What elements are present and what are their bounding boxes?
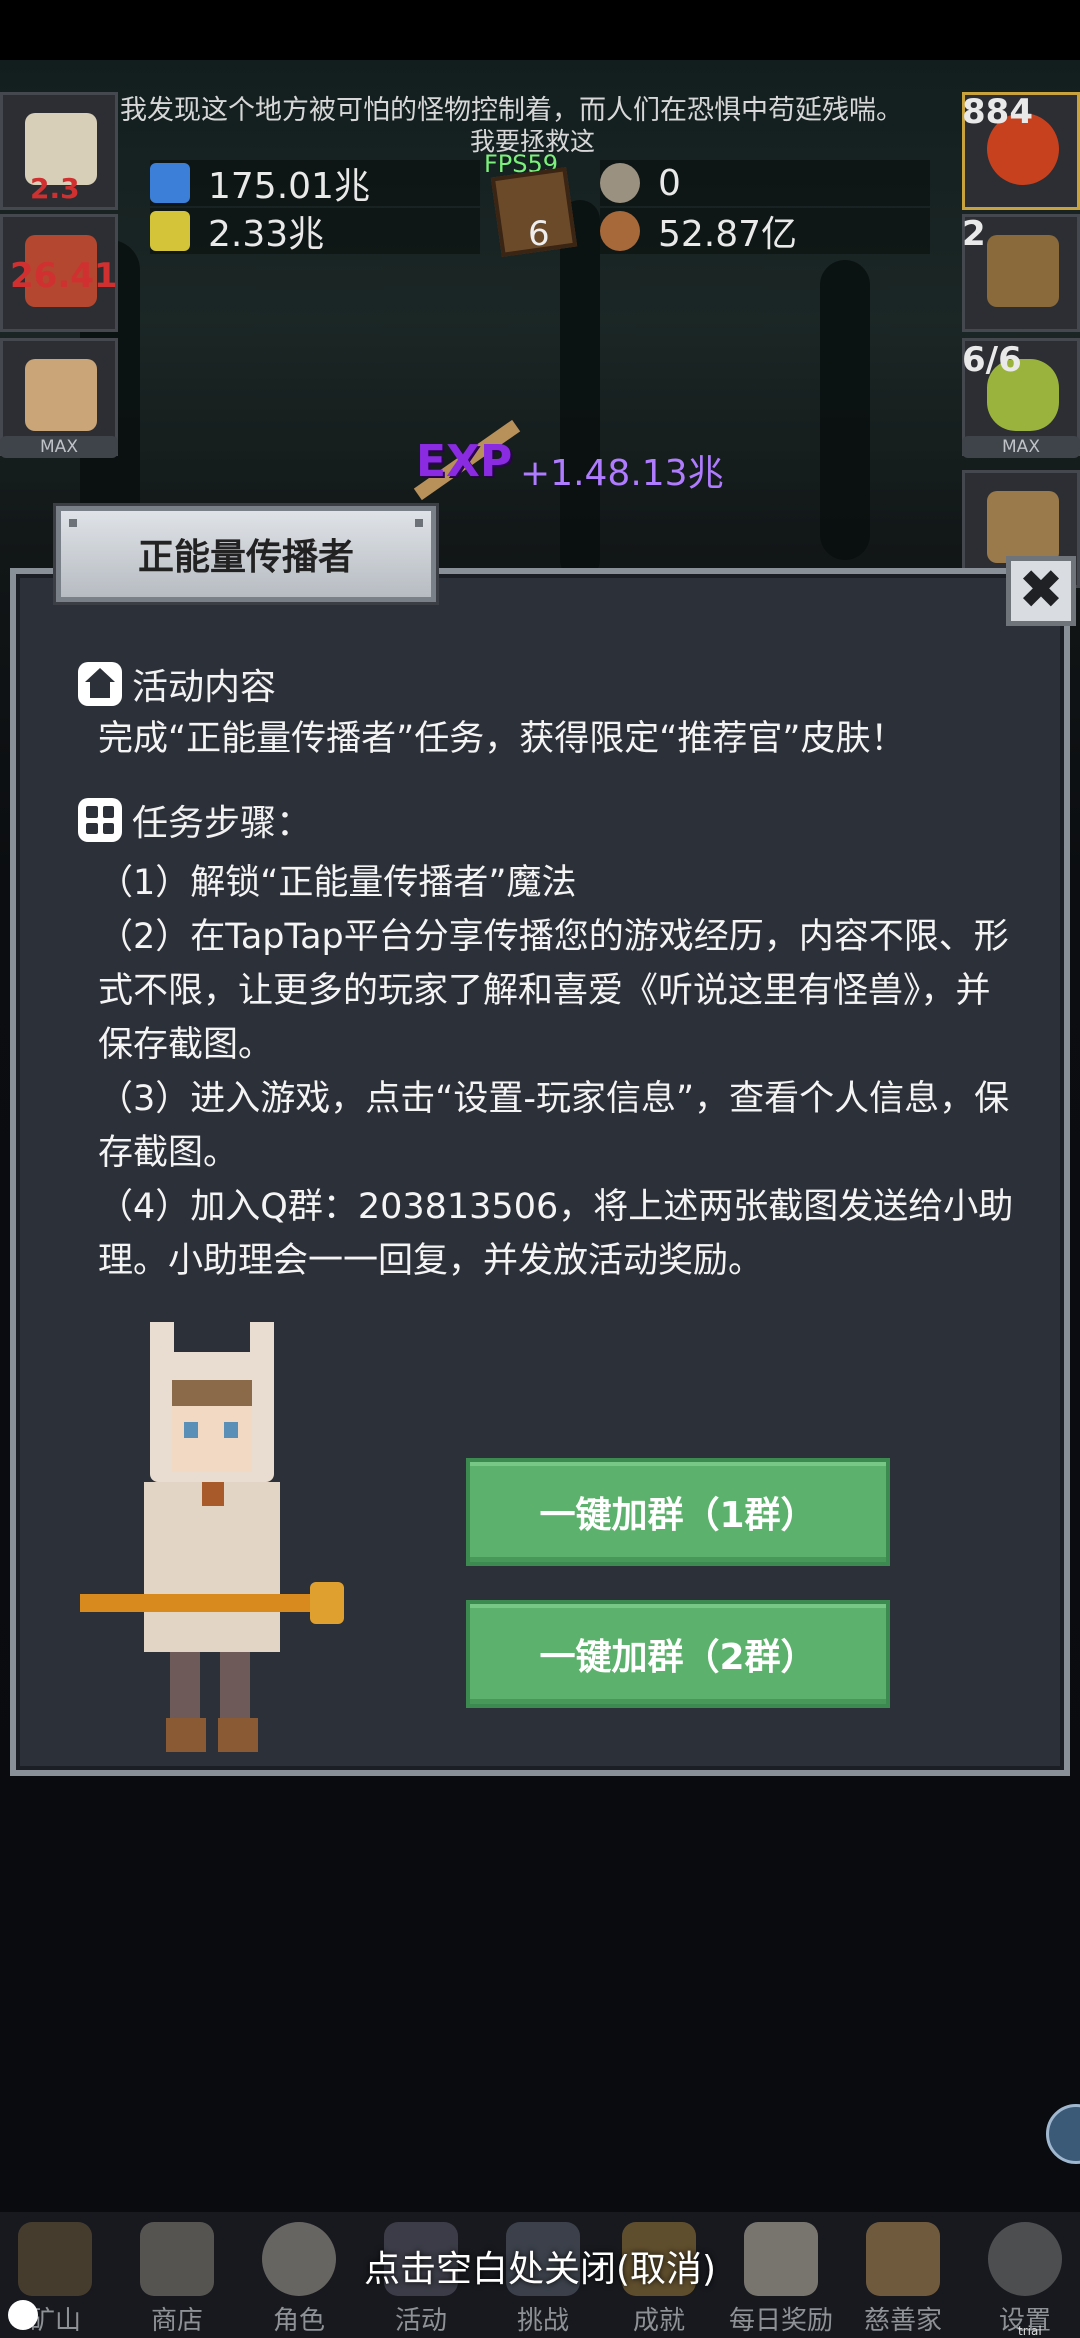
- resource-meat: 52.87亿: [600, 208, 930, 255]
- left-slot-value: 26.41: [10, 256, 118, 296]
- fist-icon: [25, 359, 97, 431]
- right-slot-value: 2: [962, 214, 986, 254]
- nav-label: 慈善家: [863, 2306, 942, 2336]
- task-step: （3）进入游戏，点击“设置-玩家信息”，查看个人信息，保存截图。: [98, 1079, 1010, 1173]
- left-slot-value: 2.3: [30, 172, 80, 205]
- max-tag: MAX: [962, 436, 1080, 458]
- sword-icon: [987, 491, 1059, 563]
- resource-value: 0: [658, 162, 681, 204]
- resource-value: 2.33兆: [208, 214, 325, 255]
- section-activity-content: 活动内容: [78, 658, 276, 710]
- home-icon: [78, 662, 122, 706]
- resource-blue-potion: 175.01兆: [150, 160, 480, 207]
- section-title: 活动内容: [132, 667, 277, 708]
- exp-gain-value: +1.48.13兆: [520, 453, 724, 494]
- trial-version-watermark: trial version: [1018, 2324, 1042, 2338]
- nav-label: 活动: [394, 2306, 447, 2336]
- meat-icon: [600, 211, 640, 251]
- book-count: 6: [528, 214, 550, 254]
- nav-label: 商店: [150, 2306, 203, 2336]
- nav-label: 每日奖励: [728, 2306, 833, 2336]
- floating-home-dot[interactable]: [8, 2300, 38, 2330]
- treasure-chest-icon: [987, 235, 1059, 307]
- close-button[interactable]: ✖: [1006, 556, 1076, 626]
- nav-label: 成就: [632, 2306, 685, 2336]
- task-step: （4）加入Q群：203813506，将上述两张截图发送给小助理。小助理会一一回复…: [98, 1187, 1014, 1281]
- activity-description: 完成“正能量传播者”任务，获得限定“推荐官”皮肤！: [98, 719, 906, 759]
- grid-icon: [78, 798, 122, 842]
- right-slot-value: 884: [962, 92, 1033, 132]
- task-steps-list: （1）解锁“正能量传播者”魔法 （2）在TapTap平台分享传播您的游戏经历，内…: [98, 856, 1018, 1288]
- task-step: （1）解锁“正能量传播者”魔法: [98, 863, 577, 903]
- resource-yellow-potion: 2.33兆: [150, 208, 480, 255]
- nav-label: 挑战: [516, 2306, 569, 2336]
- section-task-steps: 任务步骤：: [78, 794, 312, 846]
- tap-outside-to-close-hint[interactable]: 点击空白处关闭(取消): [0, 2240, 1080, 2292]
- task-step: （2）在TapTap平台分享传播您的游戏经历，内容不限、形式不限，让更多的玩家了…: [98, 917, 1009, 1065]
- blue-potion-icon: [150, 163, 190, 203]
- resource-value: 175.01兆: [208, 166, 370, 207]
- dialog-title: 正能量传播者: [56, 506, 436, 602]
- right-slot-value: 6/6: [962, 340, 1022, 380]
- yellow-potion-icon: [150, 211, 190, 251]
- join-group-1-button[interactable]: 一键加群（1群）: [466, 1458, 890, 1566]
- resource-stone: 0: [600, 160, 930, 206]
- stone-icon: [600, 163, 640, 203]
- recommender-skin-character: [80, 1322, 370, 1758]
- exp-label: EXP: [416, 436, 513, 487]
- nav-label: 角色: [272, 2306, 325, 2336]
- max-tag: MAX: [0, 436, 118, 458]
- join-group-2-button[interactable]: 一键加群（2群）: [466, 1600, 890, 1708]
- section-title: 任务步骤：: [132, 803, 313, 844]
- resource-value: 52.87亿: [658, 214, 798, 255]
